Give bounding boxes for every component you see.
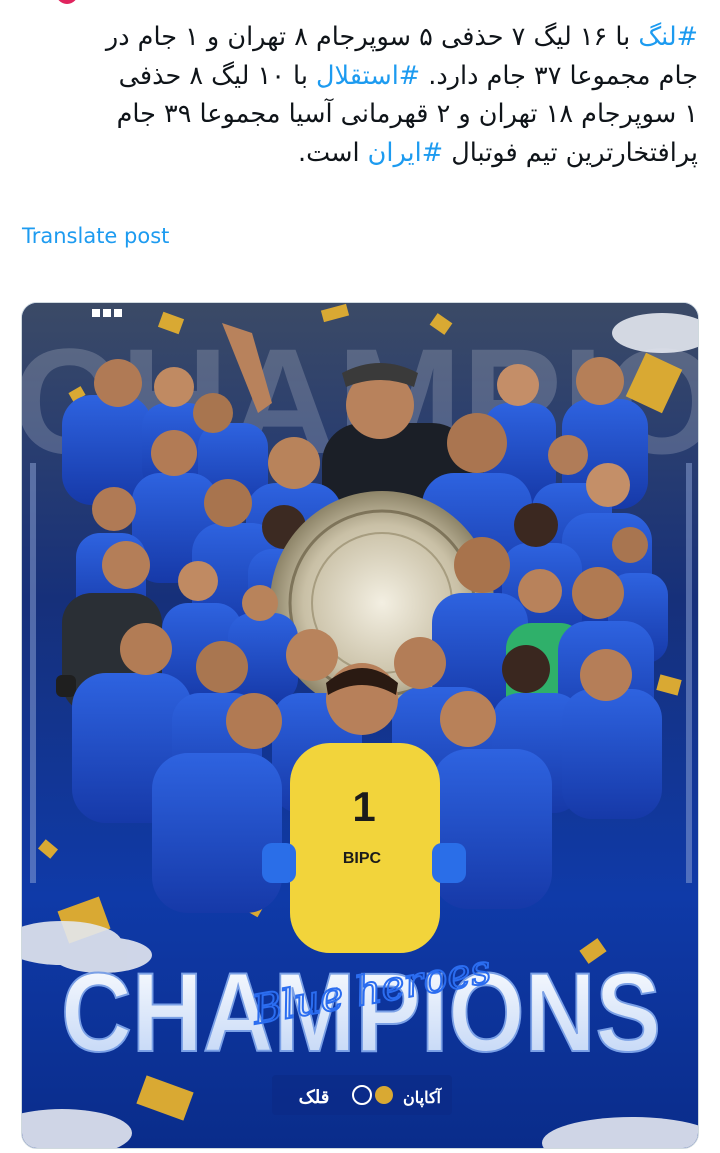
post-text-line: #لنگ با ۱۶ لیگ ۷ حذفی ۵ سوپرجام ۸ تهران …	[22, 18, 698, 57]
post-text-line: ۱ سوپرجام ۱۸ تهران و ۲ قهرمانی آسیا مجمو…	[22, 95, 698, 134]
hashtag-link[interactable]: #ایران	[368, 138, 443, 168]
post-text-segment: جام مجموعا ۳۷ جام دارد.	[420, 60, 698, 91]
sponsor-logo-qolak: قلک	[299, 1087, 330, 1107]
champions-poster: CHAMPION	[22, 303, 698, 1148]
hashtag-link[interactable]: #لنگ	[638, 22, 698, 52]
post-text-line: جام مجموعا ۳۷ جام دارد. #استقلال با ۱۰ ل…	[22, 57, 698, 96]
club-crest-icon	[375, 1086, 393, 1104]
post-text-segment: ۱ سوپرجام ۱۸ تهران و ۲ قهرمانی آسیا مجمو…	[116, 99, 698, 129]
avatar-edge	[56, 0, 78, 4]
previous-item-edge	[0, 0, 720, 8]
post-text-line: پرافتخارترین تیم فوتبال #ایران است.	[22, 134, 698, 173]
hashtag-link[interactable]: #استقلال	[316, 61, 420, 91]
translate-post-link[interactable]: Translate post	[22, 224, 169, 248]
svg-text:1: 1	[352, 783, 375, 830]
post-text-segment: با ۱۶ لیگ ۷ حذفی ۵ سوپرجام ۸ تهران و ۱ ج…	[105, 22, 639, 52]
post-text-segment: پرافتخارترین تیم فوتبال	[443, 137, 698, 168]
sponsor-logos: قلک آکاپان	[272, 1075, 452, 1115]
post-text: #لنگ با ۱۶ لیگ ۷ حذفی ۵ سوپرجام ۸ تهران …	[22, 18, 698, 172]
post-text-segment: است.	[297, 137, 368, 168]
champions-title-group: CHAMPIONS Blue heroes	[60, 946, 662, 1076]
sponsor-logo-akapan: آکاپان	[403, 1086, 443, 1108]
poster-corner-icon	[92, 309, 122, 317]
post-text-segment: با ۱۰ لیگ ۸ حذفی	[118, 60, 317, 91]
post-image[interactable]: CHAMPION	[21, 302, 699, 1149]
svg-text:BIPC: BIPC	[343, 850, 382, 867]
